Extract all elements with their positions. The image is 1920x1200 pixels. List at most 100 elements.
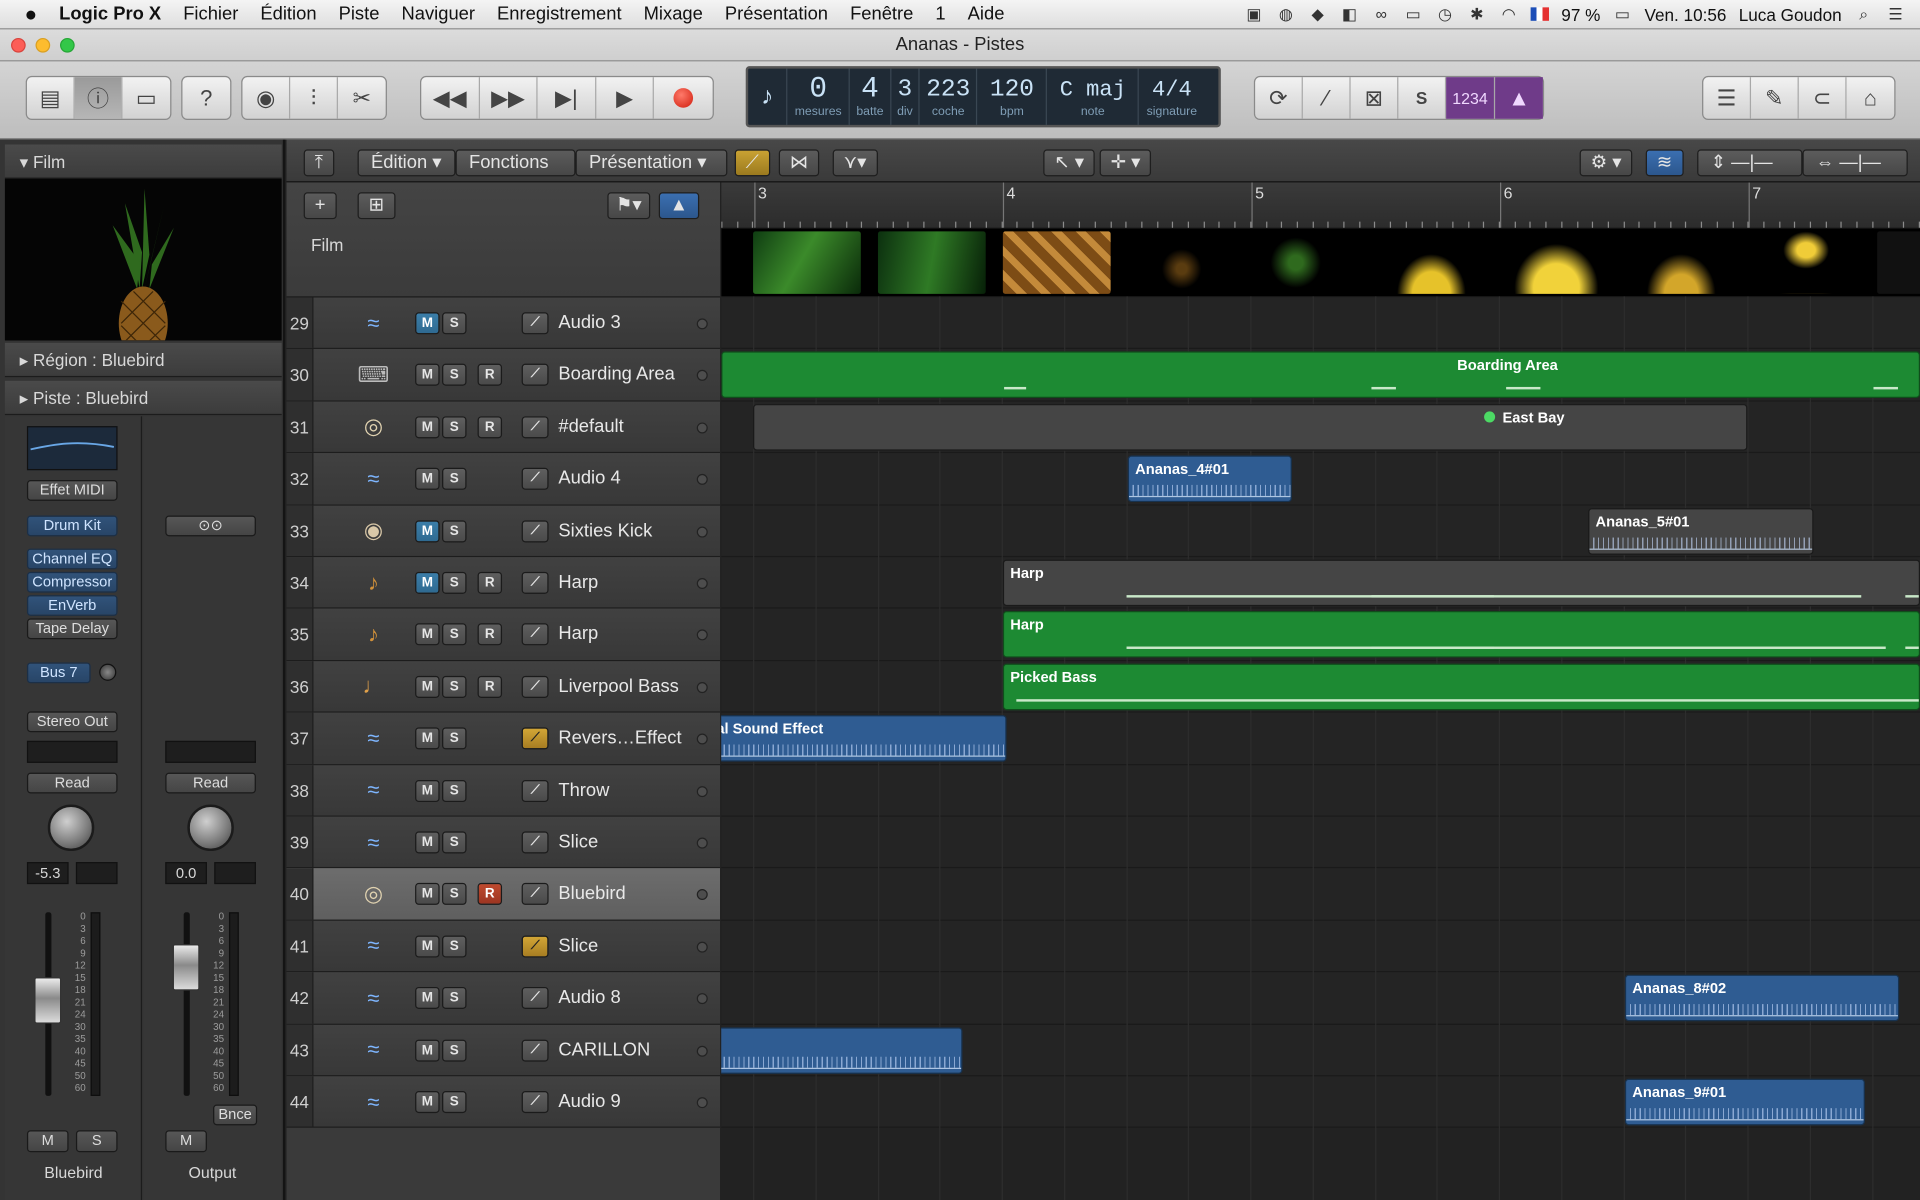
battery-icon[interactable]: ▭ <box>1613 4 1633 24</box>
add-track-icon[interactable]: + <box>303 192 337 220</box>
notepad-icon[interactable]: ✎ <box>1751 77 1799 119</box>
app-menu[interactable]: Logic Pro X <box>48 4 172 25</box>
settings-gear-icon[interactable]: ⚙ ▾ <box>1579 149 1633 177</box>
region[interactable]: Ananas_9#01 <box>1624 1078 1865 1126</box>
bar-ruler[interactable]: 3 4 5 6 7 <box>721 182 1920 229</box>
snap-icon[interactable]: ⋎▾ <box>832 149 878 177</box>
region[interactable]: Ananas_8#02 <box>1624 974 1900 1022</box>
infinity-icon[interactable]: ∞ <box>1371 5 1391 23</box>
battery-percent[interactable]: 97 % <box>1561 4 1600 24</box>
marquee-tool-icon[interactable]: ✛ ▾ <box>1099 149 1152 177</box>
arrange-area[interactable]: 3 4 5 6 7 Boarding Area East Bay Ananas_4#01 An… <box>721 182 1920 1200</box>
editors-scissors-icon[interactable]: ✂ <box>338 77 386 119</box>
input-monitor-icon[interactable] <box>696 681 708 693</box>
automation-mode-right[interactable]: Read <box>165 772 256 794</box>
track-header-44[interactable]: 44 ≈ M S ⟋ Audio 9 <box>286 1076 721 1129</box>
midi-fx-slot[interactable]: Effet MIDI <box>26 480 118 501</box>
input-monitor-icon[interactable] <box>696 785 708 797</box>
track-header-34[interactable]: 34 ♪ M S R ⟋ Harp <box>286 557 721 610</box>
go-to-end-icon[interactable]: ▶| <box>538 77 597 119</box>
group-slot-right[interactable] <box>165 740 256 763</box>
track-header-32[interactable]: 32 ≈ M S ⟋ Audio 4 <box>286 453 721 506</box>
mute-button[interactable]: M <box>415 675 440 698</box>
track-name[interactable]: Harp <box>558 609 598 660</box>
automation-view-icon[interactable]: ⟋ <box>734 149 770 177</box>
menu-fichier[interactable]: Fichier <box>172 4 249 25</box>
menu-enregistrement[interactable]: Enregistrement <box>486 4 633 25</box>
audio-waveform-icon[interactable]: ≈ <box>355 776 392 805</box>
instrument-slot[interactable]: Drum Kit <box>26 515 118 537</box>
replace-icon[interactable]: ⊠ <box>1351 77 1399 119</box>
global-tracks-flag-icon[interactable]: ⚑▾ <box>607 192 651 220</box>
automation-curve-icon[interactable]: ⟋ <box>521 571 549 594</box>
automation-curve-icon[interactable]: ⟋ <box>521 364 549 387</box>
record-icon[interactable] <box>654 77 712 119</box>
track-lane-29[interactable] <box>721 297 1920 350</box>
status-circle-icon[interactable]: ◍ <box>1276 4 1296 24</box>
input-monitor-icon[interactable] <box>696 526 708 538</box>
vertical-zoom-slider[interactable]: ⇕ —|— <box>1697 149 1803 177</box>
loop-browser-icon[interactable]: ⊂ <box>1799 77 1847 119</box>
functions-menu[interactable]: Fonctions ▾ <box>455 149 576 197</box>
menu-edition[interactable]: Édition <box>249 4 327 25</box>
mute-button[interactable]: M <box>415 727 440 750</box>
track-name[interactable]: Revers…Effect <box>558 713 681 764</box>
solo-button[interactable]: S <box>442 987 467 1010</box>
region[interactable] <box>721 1026 963 1074</box>
automation-curve-icon[interactable]: ⟋ <box>521 831 549 854</box>
mute-button[interactable]: M <box>415 519 440 542</box>
mute-button[interactable]: M <box>415 364 440 387</box>
airplay-icon[interactable]: ▭ <box>1403 4 1423 24</box>
automation-curve-icon[interactable]: ⟋ <box>521 727 549 750</box>
input-monitor-icon[interactable] <box>696 941 708 953</box>
apple-menu-icon[interactable]: ● <box>0 2 48 26</box>
close-window-icon[interactable] <box>11 37 26 53</box>
inspector-icon[interactable]: ⓘ <box>74 77 123 119</box>
input-monitor-icon[interactable] <box>696 837 708 849</box>
automation-curve-icon[interactable]: ⟋ <box>521 883 549 906</box>
volume-readout-left[interactable]: -5.3 <box>26 862 69 885</box>
audio-waveform-icon[interactable]: ≈ <box>355 828 392 857</box>
menu-naviguer[interactable]: Naviguer <box>390 4 486 25</box>
volume-readout-right[interactable]: 0.0 <box>165 862 207 885</box>
audio-waveform-icon[interactable]: ≈ <box>355 1087 392 1116</box>
region[interactable]: Picked Bass <box>1002 663 1920 710</box>
track-header-40[interactable]: 40 ◎ M S R ⟋ Bluebird <box>286 868 721 921</box>
track-lane-40[interactable] <box>721 868 1920 921</box>
lcd-key[interactable]: C maj note <box>1047 68 1140 125</box>
harp-icon[interactable]: ♪ <box>355 568 392 597</box>
track-name[interactable]: Harp <box>558 557 598 608</box>
track-lane-39[interactable] <box>721 816 1920 869</box>
track-header-38[interactable]: 38 ≈ M S ⟋ Throw <box>286 764 721 817</box>
minimize-window-icon[interactable] <box>35 37 51 53</box>
input-monitor-icon[interactable] <box>696 889 708 901</box>
lcd-tempo[interactable]: 120 bpm <box>978 68 1048 125</box>
solo-button[interactable]: S <box>442 519 467 542</box>
solo-button[interactable]: S <box>442 831 467 854</box>
solo-button[interactable]: S <box>442 727 467 750</box>
rewind-icon[interactable]: ◀◀ <box>421 77 480 119</box>
plugin-slot-1[interactable]: Channel EQ <box>26 548 118 570</box>
film-section-header[interactable]: ▾ Film <box>4 144 282 179</box>
solo-button[interactable]: S <box>442 571 467 594</box>
solo-button[interactable]: S <box>442 883 467 906</box>
metronome-icon[interactable]: ▲ <box>1495 77 1543 119</box>
group-slot-left[interactable] <box>26 740 118 763</box>
drum-kit-icon[interactable]: ◎ <box>355 880 392 909</box>
synth-keyboard-icon[interactable]: ⌨ <box>355 360 392 389</box>
play-icon[interactable]: ▶ <box>596 77 655 119</box>
record-enable-button[interactable]: R <box>477 623 503 646</box>
track-name[interactable]: Throw <box>558 765 609 816</box>
volume-fader-right[interactable] <box>172 944 200 991</box>
automation-curve-icon[interactable]: ⟋ <box>521 935 549 958</box>
track-name[interactable]: Boarding Area <box>558 349 674 400</box>
edit-menu[interactable]: Édition ▾ <box>357 149 456 177</box>
track-name[interactable]: Liverpool Bass <box>558 661 678 712</box>
region-section-header[interactable]: ▸ Région : Bluebird <box>4 342 282 378</box>
automation-curve-icon[interactable]: ⟋ <box>521 1091 549 1114</box>
mute-button[interactable]: M <box>415 416 440 439</box>
duplicate-track-icon[interactable]: ⊞ <box>357 192 395 220</box>
track-name[interactable]: Audio 9 <box>558 1076 620 1127</box>
lcd-signature[interactable]: 4/4 signature <box>1139 69 1204 125</box>
track-lane-41[interactable] <box>721 920 1920 973</box>
